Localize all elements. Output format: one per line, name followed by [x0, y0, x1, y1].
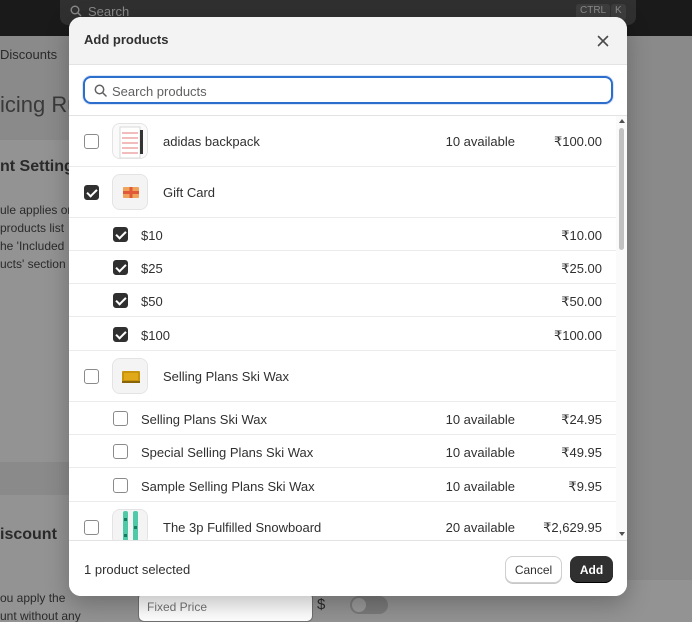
variant-row[interactable]: $100 ₹100.00	[69, 317, 616, 351]
variant-price: ₹25.00	[561, 261, 602, 276]
search-field[interactable]	[83, 76, 613, 104]
variant-checkbox[interactable]	[113, 227, 128, 242]
variant-price: ₹9.95	[568, 479, 602, 494]
product-checkbox[interactable]	[84, 185, 99, 200]
product-row[interactable]: The 3p Fulfilled Snowboard 20 available …	[69, 502, 616, 540]
product-name: Gift Card	[163, 185, 216, 200]
variant-name: $10	[141, 228, 163, 243]
product-checkbox[interactable]	[84, 520, 99, 535]
variant-availability: 10 available	[445, 479, 515, 494]
variant-price: ₹50.00	[561, 294, 602, 309]
list-scrollbar[interactable]	[616, 116, 627, 540]
product-name: The 3p Fulfilled Snowboard	[163, 520, 322, 535]
add-button[interactable]: Add	[570, 556, 613, 583]
nav-discounts[interactable]: Discounts	[0, 47, 57, 62]
variant-row[interactable]: Sample Selling Plans Ski Wax 10 availabl…	[69, 468, 616, 502]
fixed-price-input[interactable]	[138, 592, 313, 622]
modal-title: Add products	[84, 32, 169, 47]
rule-text-line: he 'Included	[0, 239, 65, 253]
search-input[interactable]	[112, 81, 602, 101]
scroll-down-arrow-icon[interactable]	[619, 532, 625, 536]
variant-checkbox[interactable]	[113, 411, 128, 426]
ski-wax-image	[112, 358, 148, 394]
search-icon	[94, 84, 107, 100]
variant-price: ₹24.95	[561, 412, 602, 427]
rule-text-line: ule applies or	[0, 203, 72, 217]
variant-name: Special Selling Plans Ski Wax	[141, 445, 314, 460]
product-name: Selling Plans Ski Wax	[163, 369, 289, 384]
product-price: ₹2,629.95	[543, 520, 602, 535]
product-row[interactable]: Selling Plans Ski Wax	[69, 351, 616, 402]
variant-name: $25	[141, 261, 163, 276]
variant-row[interactable]: Selling Plans Ski Wax 10 available ₹24.9…	[69, 402, 616, 435]
variant-name: Selling Plans Ski Wax	[141, 412, 267, 427]
cancel-button[interactable]: Cancel	[505, 556, 562, 583]
product-price: ₹100.00	[553, 134, 602, 149]
page-title: icing Ru	[0, 92, 80, 117]
variant-checkbox[interactable]	[113, 260, 128, 275]
variant-availability: 10 available	[445, 445, 515, 460]
variant-price: ₹49.95	[561, 445, 602, 460]
close-icon[interactable]	[593, 31, 613, 51]
rule-text-line: products list	[0, 221, 65, 235]
variant-checkbox[interactable]	[113, 478, 128, 493]
variant-row[interactable]: $50 ₹50.00	[69, 284, 616, 317]
fixed-price-toggle[interactable]	[350, 596, 388, 614]
modal-footer: 1 product selected Cancel Add	[69, 540, 627, 596]
variant-row[interactable]: $25 ₹25.00	[69, 251, 616, 284]
variant-availability: 10 available	[445, 412, 515, 427]
gift-card-image	[112, 174, 148, 210]
currency-symbol: $	[317, 596, 326, 613]
settings-section-title: nt Setting	[0, 158, 74, 175]
variant-checkbox[interactable]	[113, 293, 128, 308]
product-availability: 20 available	[445, 520, 515, 535]
modal-header: Add products	[69, 17, 627, 65]
variant-name: Sample Selling Plans Ski Wax	[141, 479, 315, 494]
product-row[interactable]: adidas backpack 10 available ₹100.00	[69, 116, 616, 167]
apply-text-line: unt without any	[0, 609, 81, 622]
product-availability: 10 available	[445, 134, 515, 149]
variant-price: ₹10.00	[561, 228, 602, 243]
rule-text-line: ucts' section	[0, 257, 66, 271]
snowboard-image	[112, 509, 148, 540]
product-row[interactable]: Gift Card	[69, 167, 616, 218]
product-list: adidas backpack 10 available ₹100.00 Gif…	[69, 116, 616, 540]
variant-row[interactable]: Special Selling Plans Ski Wax 10 availab…	[69, 435, 616, 468]
product-checkbox[interactable]	[84, 369, 99, 384]
product-name: adidas backpack	[163, 134, 260, 149]
variant-checkbox[interactable]	[113, 444, 128, 459]
backpack-image	[112, 123, 148, 159]
variant-name: $100	[141, 328, 170, 343]
variant-name: $50	[141, 294, 163, 309]
scrollbar-thumb[interactable]	[619, 128, 624, 250]
discount-section-title: iscount	[0, 526, 57, 543]
add-products-modal: Add products adidas backpack 10 availabl…	[69, 17, 627, 596]
variant-price: ₹100.00	[553, 328, 602, 343]
apply-text-line: ou apply the	[0, 591, 66, 605]
scroll-up-arrow-icon[interactable]	[619, 119, 625, 123]
selection-count: 1 product selected	[84, 562, 191, 577]
product-checkbox[interactable]	[84, 134, 99, 149]
variant-row[interactable]: $10 ₹10.00	[69, 218, 616, 251]
variant-checkbox[interactable]	[113, 327, 128, 342]
search-bar	[69, 65, 627, 116]
